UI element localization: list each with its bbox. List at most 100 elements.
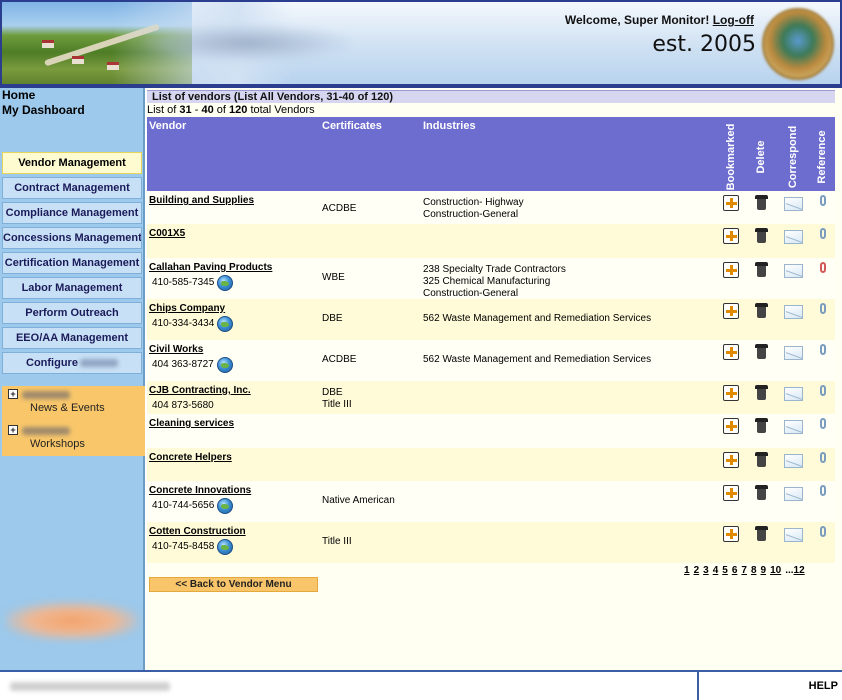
blurred-heading <box>22 427 70 435</box>
envelope-icon[interactable] <box>784 528 803 542</box>
menu-eeo-aa-management[interactable]: EEO/AA Management <box>2 327 142 349</box>
pager-page-link[interactable]: 5 <box>722 565 728 576</box>
menu-vendor-management[interactable]: Vendor Management <box>2 152 142 174</box>
website-globe-icon[interactable] <box>217 498 233 514</box>
vendor-phone: 410-745-8458 <box>152 541 215 552</box>
nav-dashboard-link[interactable]: My Dashboard <box>0 103 143 118</box>
envelope-icon[interactable] <box>784 230 803 244</box>
vendor-name-link[interactable]: Civil Works <box>149 344 203 355</box>
website-globe-icon[interactable] <box>217 357 233 373</box>
envelope-icon[interactable] <box>784 387 803 401</box>
expand-plus-icon[interactable]: + <box>8 389 18 399</box>
vendor-name-link[interactable]: CJB Contracting, Inc. <box>149 385 251 396</box>
paperclip-icon[interactable] <box>820 418 826 429</box>
workshops-label[interactable]: Workshops <box>30 438 85 450</box>
vendor-name-link[interactable]: Concrete Innovations <box>149 485 251 496</box>
pager-page-link[interactable]: 1 <box>684 565 690 576</box>
help-link[interactable]: HELP <box>809 680 838 692</box>
vendor-name-link[interactable]: Chips Company <box>149 303 225 314</box>
paperclip-icon[interactable] <box>820 452 826 463</box>
workshops-item: + Workshops <box>8 425 85 450</box>
news-events-label[interactable]: News & Events <box>30 402 105 414</box>
vendor-name-link[interactable]: Cotten Construction <box>149 526 246 537</box>
pager-page-link[interactable]: 3 <box>703 565 709 576</box>
trash-icon[interactable] <box>755 228 768 243</box>
bookmark-add-icon[interactable] <box>723 303 739 319</box>
paperclip-icon[interactable] <box>820 195 826 206</box>
bookmark-add-icon[interactable] <box>723 385 739 401</box>
paperclip-icon[interactable] <box>820 262 826 273</box>
bookmark-add-icon[interactable] <box>723 262 739 278</box>
pager-page-link[interactable]: 6 <box>732 565 738 576</box>
vendor-name-link[interactable]: C001X5 <box>149 228 185 239</box>
menu-configure[interactable]: Configure <box>2 352 142 374</box>
trash-icon[interactable] <box>755 195 768 210</box>
bookmark-add-icon[interactable] <box>723 485 739 501</box>
trash-icon[interactable] <box>755 344 768 359</box>
envelope-icon[interactable] <box>784 305 803 319</box>
pager-page-link[interactable]: 7 <box>741 565 747 576</box>
paperclip-icon[interactable] <box>820 228 826 239</box>
bookmark-add-icon[interactable] <box>723 452 739 468</box>
envelope-icon[interactable] <box>784 454 803 468</box>
envelope-icon[interactable] <box>784 197 803 211</box>
pagination: 1 2 3 4 5 6 7 8 9 10 ...12 <box>684 565 809 576</box>
pager-page-link[interactable]: 8 <box>751 565 757 576</box>
back-to-vendor-menu-button[interactable]: << Back to Vendor Menu <box>149 577 318 592</box>
pager-page-link[interactable]: 12 <box>794 565 805 576</box>
bookmark-add-icon[interactable] <box>723 526 739 542</box>
trash-icon[interactable] <box>755 303 768 318</box>
envelope-icon[interactable] <box>784 346 803 360</box>
bookmark-add-icon[interactable] <box>723 195 739 211</box>
vendor-certificate: Title III <box>322 536 352 547</box>
paperclip-icon[interactable] <box>820 526 826 537</box>
table-row: Civil Works 404 363-8727 ACDBE 562 Waste Ma… <box>147 340 835 381</box>
envelope-icon[interactable] <box>784 264 803 278</box>
vendor-name-link[interactable]: Building and Supplies <box>149 195 254 206</box>
pager-page-link[interactable]: 10 <box>770 565 781 576</box>
menu-perform-outreach[interactable]: Perform Outreach <box>2 302 142 324</box>
vendor-name-link[interactable]: Callahan Paving Products <box>149 262 272 273</box>
vendor-name-link[interactable]: Concrete Helpers <box>149 452 232 463</box>
menu-compliance-management[interactable]: Compliance Management <box>2 202 142 224</box>
bookmark-add-icon[interactable] <box>723 344 739 360</box>
paperclip-icon[interactable] <box>820 344 826 355</box>
bookmark-add-icon[interactable] <box>723 228 739 244</box>
paperclip-icon[interactable] <box>820 303 826 314</box>
bookmark-add-icon[interactable] <box>723 418 739 434</box>
pager-ellipsis: ... <box>785 565 794 576</box>
vendor-name-link[interactable]: Cleaning services <box>149 418 234 429</box>
website-globe-icon[interactable] <box>217 275 233 291</box>
trash-icon[interactable] <box>755 262 768 277</box>
nav-home-link[interactable]: Home <box>0 88 143 103</box>
menu-concessions-management[interactable]: Concessions Management <box>2 227 142 249</box>
paperclip-icon[interactable] <box>820 485 826 496</box>
trash-icon[interactable] <box>755 418 768 433</box>
paperclip-icon[interactable] <box>820 385 826 396</box>
envelope-icon[interactable] <box>784 420 803 434</box>
vendor-phone: 404 363-8727 <box>152 359 214 370</box>
trash-icon[interactable] <box>755 452 768 467</box>
col-certificates: Certificates <box>322 120 382 132</box>
menu-configure-label: Configure <box>26 357 78 369</box>
envelope-icon[interactable] <box>784 487 803 501</box>
trash-icon[interactable] <box>755 526 768 541</box>
blurred-logo <box>142 24 352 62</box>
menu-certification-management[interactable]: Certification Management <box>2 252 142 274</box>
menu-contract-management[interactable]: Contract Management <box>2 177 142 199</box>
pager-page-link[interactable]: 2 <box>694 565 700 576</box>
left-sidebar: Home My Dashboard Vendor Management Cont… <box>0 88 145 670</box>
website-globe-icon[interactable] <box>217 316 233 332</box>
trash-icon[interactable] <box>755 385 768 400</box>
table-row: Concrete Helpers <box>147 448 835 481</box>
logoff-link[interactable]: Log-off <box>713 13 754 27</box>
of-label: of <box>216 104 226 116</box>
trash-icon[interactable] <box>755 485 768 500</box>
expand-plus-icon[interactable]: + <box>8 425 18 435</box>
vendor-certificate: WBE <box>322 272 345 283</box>
menu-labor-management[interactable]: Labor Management <box>2 277 142 299</box>
vendor-industry: Construction-General <box>423 209 519 220</box>
pager-page-link[interactable]: 4 <box>713 565 719 576</box>
pager-page-link[interactable]: 9 <box>761 565 767 576</box>
website-globe-icon[interactable] <box>217 539 233 555</box>
